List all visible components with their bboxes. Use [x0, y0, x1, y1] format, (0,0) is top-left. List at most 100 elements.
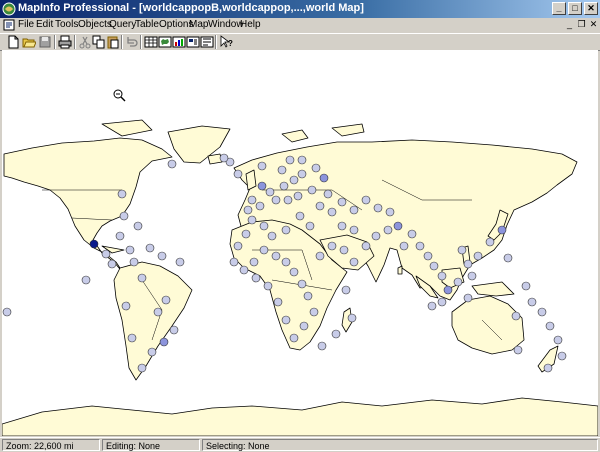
city-point[interactable]	[315, 201, 325, 211]
city-point[interactable]	[527, 297, 537, 307]
city-point[interactable]	[323, 189, 333, 199]
city-point[interactable]	[317, 341, 327, 351]
child-close-button[interactable]: ✕	[588, 19, 599, 30]
new-browser-icon[interactable]	[144, 35, 158, 49]
city-point[interactable]	[259, 245, 269, 255]
city-point[interactable]	[265, 187, 275, 197]
city-point[interactable]	[273, 297, 283, 307]
city-point[interactable]	[427, 301, 437, 311]
copy-icon[interactable]	[92, 35, 106, 49]
city-point[interactable]	[349, 205, 359, 215]
city-point[interactable]	[349, 257, 359, 267]
save-icon[interactable]	[38, 35, 52, 49]
city-point[interactable]	[511, 311, 521, 321]
city-point[interactable]	[285, 155, 295, 165]
menu-table[interactable]: Table	[135, 19, 159, 30]
city-point[interactable]	[429, 261, 439, 271]
city-point[interactable]	[127, 333, 137, 343]
city-point[interactable]	[467, 271, 477, 281]
city-point[interactable]	[553, 335, 563, 345]
menu-map[interactable]: Map	[189, 19, 208, 30]
menu-query[interactable]: Query	[109, 19, 136, 30]
paste-icon[interactable]	[106, 35, 120, 49]
city-point[interactable]	[119, 211, 129, 221]
city-point[interactable]	[385, 207, 395, 217]
city-point[interactable]	[337, 221, 347, 231]
city-point[interactable]	[371, 231, 381, 241]
city-point[interactable]	[247, 215, 257, 225]
city-point[interactable]	[267, 231, 277, 241]
print-icon[interactable]	[58, 35, 72, 49]
city-point[interactable]	[311, 163, 321, 173]
city-point[interactable]	[337, 197, 347, 207]
city-point[interactable]	[327, 241, 337, 251]
city-point[interactable]	[241, 229, 251, 239]
city-point[interactable]	[2, 307, 12, 317]
cut-icon[interactable]	[78, 35, 92, 49]
document-icon[interactable]	[3, 19, 15, 31]
menu-edit[interactable]: Edit	[36, 19, 53, 30]
city-point[interactable]	[271, 195, 281, 205]
city-point[interactable]	[169, 325, 179, 335]
city-point[interactable]	[281, 225, 291, 235]
city-point[interactable]	[145, 243, 155, 253]
city-point[interactable]	[125, 245, 135, 255]
status-zoom[interactable]: Zoom: 22,600 mi	[2, 439, 100, 451]
city-point[interactable]	[497, 225, 507, 235]
city-point[interactable]	[271, 251, 281, 261]
city-point[interactable]	[229, 257, 239, 267]
help-pointer-icon[interactable]: ?	[219, 35, 233, 49]
city-point[interactable]	[463, 259, 473, 269]
city-point[interactable]	[257, 181, 267, 191]
city-point[interactable]	[233, 241, 243, 251]
world-map[interactable]	[2, 50, 598, 436]
status-editing[interactable]: Editing: None	[102, 439, 200, 451]
city-point[interactable]	[249, 257, 259, 267]
city-point[interactable]	[257, 161, 267, 171]
city-point[interactable]	[319, 173, 329, 183]
city-point[interactable]	[147, 347, 157, 357]
city-point[interactable]	[457, 245, 467, 255]
city-point[interactable]	[393, 221, 403, 231]
city-point[interactable]	[159, 337, 169, 347]
city-point[interactable]	[281, 315, 291, 325]
city-point[interactable]	[485, 237, 495, 247]
city-point[interactable]	[233, 169, 243, 179]
city-point[interactable]	[557, 351, 567, 361]
city-point[interactable]	[239, 265, 249, 275]
new-grapher-icon[interactable]	[172, 35, 186, 49]
city-point[interactable]	[437, 297, 447, 307]
city-point[interactable]	[399, 241, 409, 251]
city-point[interactable]	[289, 333, 299, 343]
city-point[interactable]	[161, 295, 171, 305]
city-point[interactable]	[297, 155, 307, 165]
city-point[interactable]	[101, 249, 111, 259]
city-point[interactable]	[255, 201, 265, 211]
undo-icon[interactable]	[125, 35, 139, 49]
city-point[interactable]	[283, 195, 293, 205]
city-point[interactable]	[81, 275, 91, 285]
open-icon[interactable]	[22, 35, 36, 49]
city-point[interactable]	[373, 203, 383, 213]
menu-file[interactable]: File	[18, 19, 34, 30]
city-point[interactable]	[543, 363, 553, 373]
city-point[interactable]	[503, 253, 513, 263]
app-icon[interactable]	[2, 2, 16, 16]
city-point[interactable]	[297, 169, 307, 179]
new-redistricter-icon[interactable]	[200, 35, 214, 49]
city-point[interactable]	[243, 205, 253, 215]
city-point[interactable]	[263, 281, 273, 291]
city-point[interactable]	[305, 221, 315, 231]
city-point[interactable]	[153, 307, 163, 317]
city-point[interactable]	[157, 251, 167, 261]
city-point[interactable]	[463, 293, 473, 303]
city-point[interactable]	[297, 279, 307, 289]
child-restore-button[interactable]: ❐	[576, 19, 587, 30]
city-point[interactable]	[443, 285, 453, 295]
city-point[interactable]	[307, 185, 317, 195]
city-point[interactable]	[341, 285, 351, 295]
city-point[interactable]	[289, 175, 299, 185]
city-point[interactable]	[129, 257, 139, 267]
city-point[interactable]	[247, 195, 257, 205]
city-point[interactable]	[219, 153, 229, 163]
